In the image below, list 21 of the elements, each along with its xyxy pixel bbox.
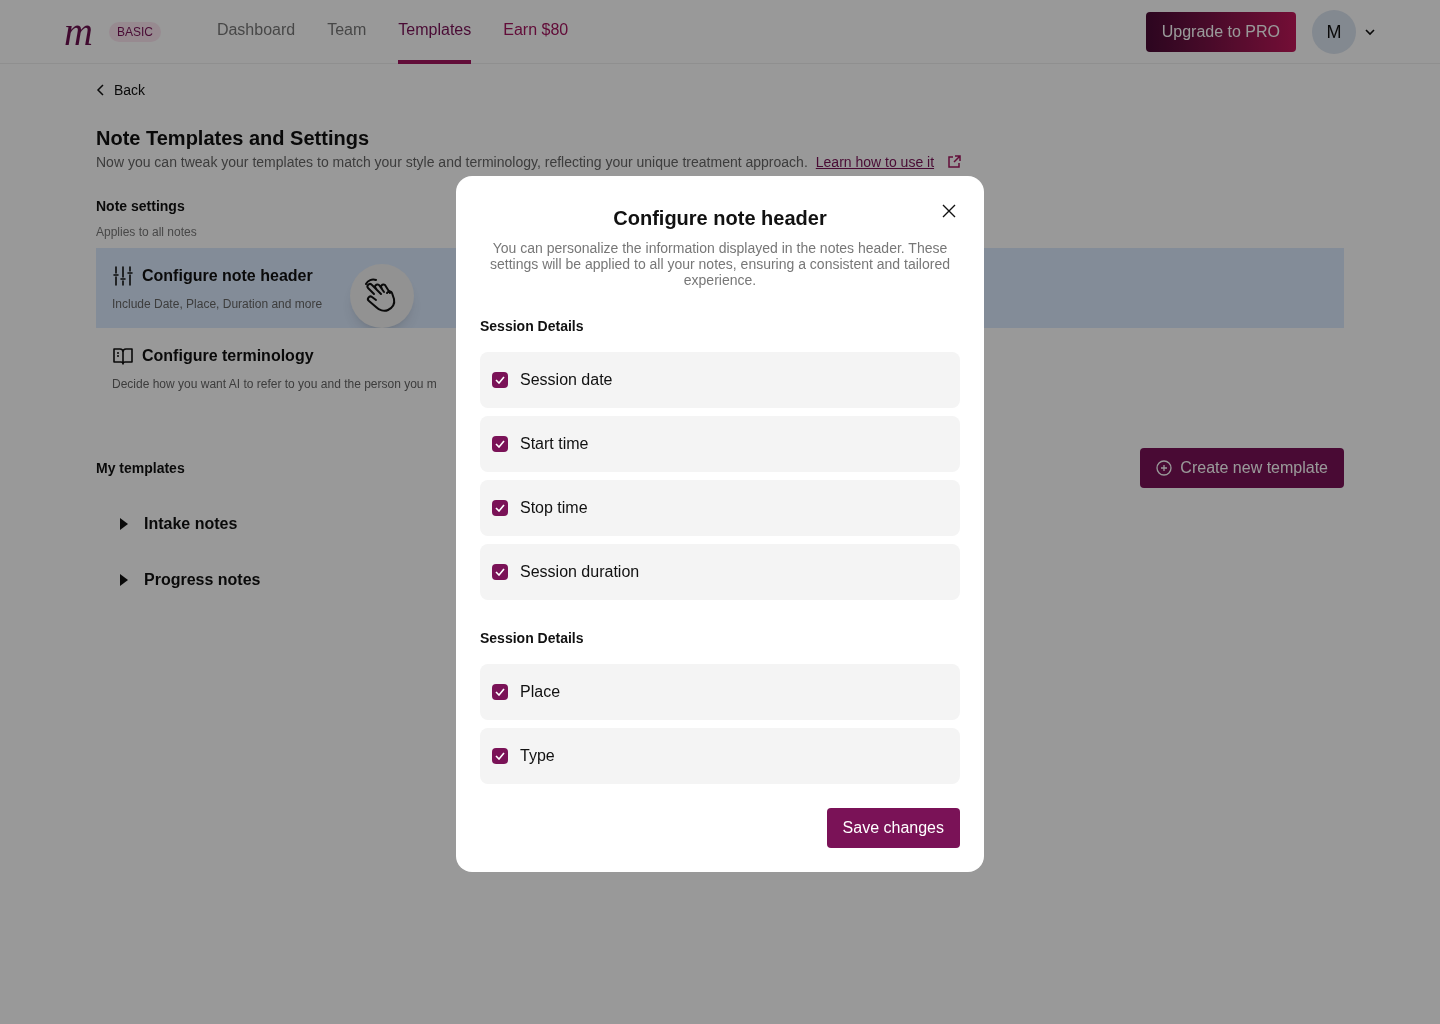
section-title: Note settings bbox=[96, 197, 185, 216]
modal-description: You can personalize the information displayed in the notes header. These settings will be applied to all your notes, ensuring a consistent and tailored experience. bbox=[489, 240, 951, 288]
section-title: My templates bbox=[96, 459, 185, 478]
option-label: Place bbox=[520, 682, 561, 702]
option-label: Session date bbox=[520, 370, 613, 390]
option-label: Stop time bbox=[520, 498, 588, 518]
card-title: Configure note header bbox=[142, 266, 313, 286]
card-description: Include Date, Place, Duration and more bbox=[112, 296, 323, 312]
template-group-label: Progress notes bbox=[144, 570, 261, 590]
option-label: Session duration bbox=[520, 562, 640, 582]
card-description: Decide how you want AI to refer to you and the person you m bbox=[112, 376, 437, 392]
page-title: Note Templates and Settings bbox=[96, 126, 369, 151]
modal-title: Configure note header bbox=[613, 206, 827, 231]
template-group-label: Intake notes bbox=[144, 514, 238, 534]
section-subtitle: Applies to all notes bbox=[96, 224, 197, 240]
option-label: Type bbox=[520, 746, 555, 766]
option-label: Start time bbox=[520, 434, 589, 454]
page-description: Now you can tweak your templates to match your style and terminology, reflecting your unique treatment approach. bbox=[96, 153, 808, 172]
options-section-title: Session Details bbox=[480, 629, 585, 648]
card-title: Configure terminology bbox=[142, 346, 314, 366]
plan-badge: BASIC bbox=[108, 21, 161, 42]
